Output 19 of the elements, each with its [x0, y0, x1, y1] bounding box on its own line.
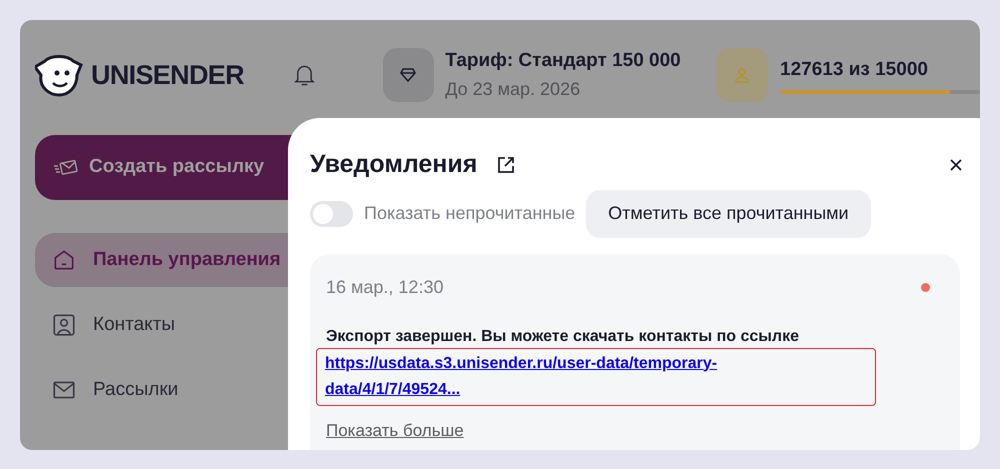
close-icon[interactable] — [950, 158, 962, 171]
brand-name: UNISENDER — [91, 58, 244, 92]
notification-message: Экспорт завершен. Вы можете скачать контакты по ссылке — [326, 326, 800, 346]
tariff-label: Тариф: Стандарт 150 000 — [445, 49, 682, 74]
contact-icon — [51, 312, 77, 338]
dog-logo-icon — [35, 53, 83, 97]
external-link-icon[interactable] — [497, 156, 516, 174]
download-link[interactable]: https://usdata.s3.unisender.ru/user-data/temporary-data/4/1/7/49524... — [325, 350, 845, 402]
notification-time: 16 мар., 12:30 — [326, 276, 444, 299]
show-more-link[interactable]: Показать больше — [326, 418, 464, 443]
sidebar-item[interactable]: Контакты — [35, 298, 325, 352]
tariff-until: До 23 мар. 2026 — [445, 78, 582, 101]
mark-all-read-button[interactable]: Отметить все прочитанными — [586, 190, 871, 238]
unread-toggle[interactable] — [310, 200, 353, 226]
contacts-usage: 127613 из 15000 — [780, 58, 929, 82]
toggle-label: Показать непрочитанные — [364, 202, 576, 225]
user-icon — [734, 67, 750, 83]
sidebar-item[interactable]: Рассылки — [35, 363, 325, 417]
diamond-icon — [400, 68, 416, 82]
